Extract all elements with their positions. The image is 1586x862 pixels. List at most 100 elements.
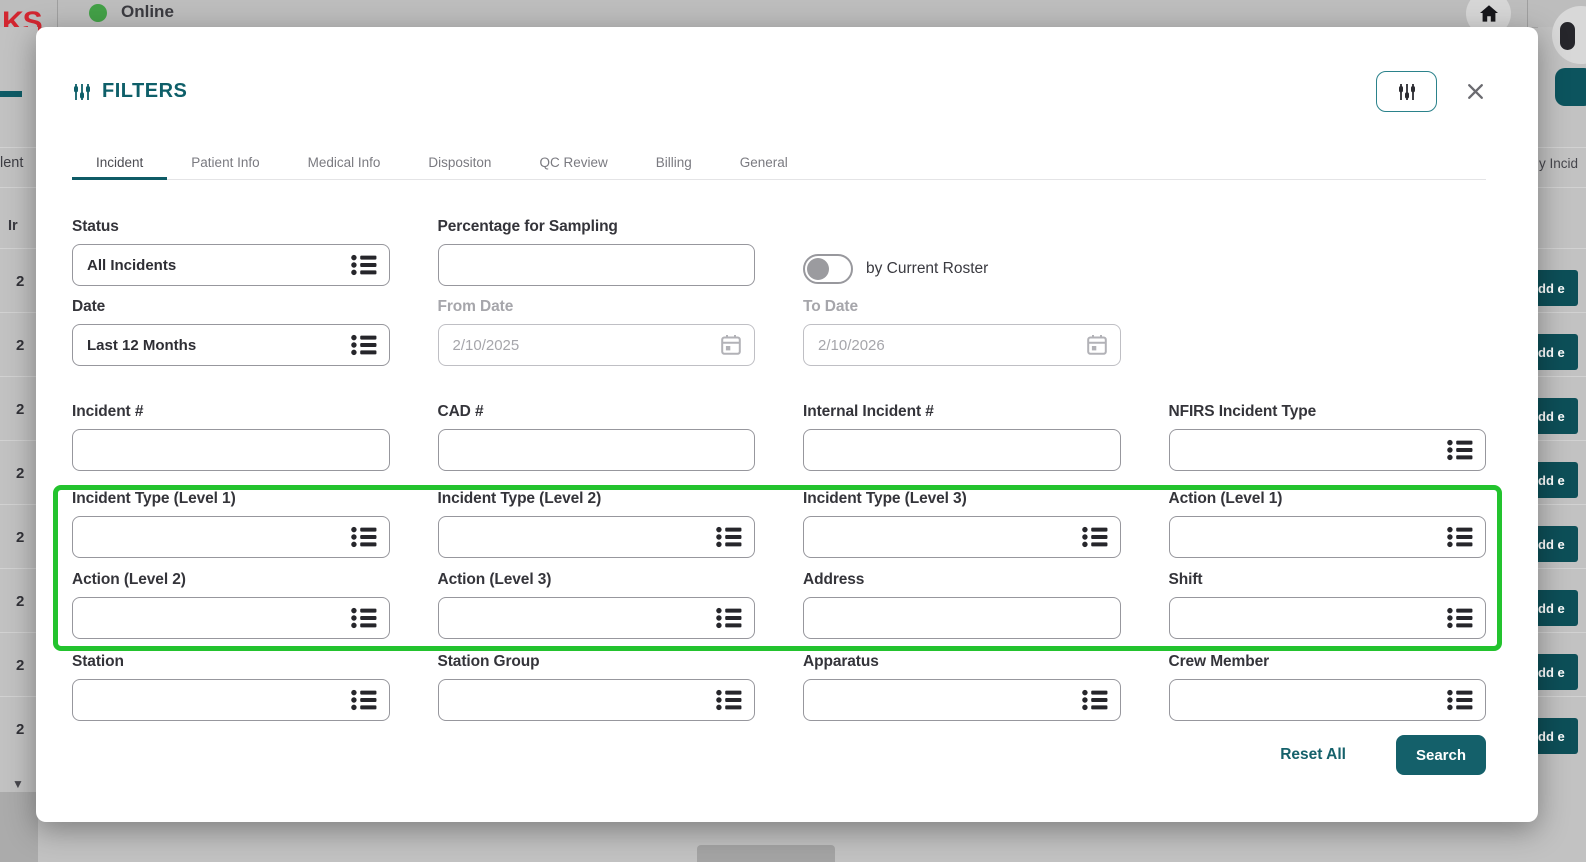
cad-number-input[interactable] <box>438 429 756 471</box>
field-percentage-sampling: Percentage for Sampling <box>438 217 756 286</box>
table-row[interactable]: 2 <box>0 312 38 377</box>
list-icon[interactable] <box>351 334 377 356</box>
user-icon <box>1560 22 1575 50</box>
connection-status: Online <box>89 0 174 29</box>
incident-type-level3-input[interactable] <box>803 516 1121 558</box>
search-button[interactable]: Search <box>1396 735 1486 775</box>
table-row[interactable]: 2 <box>0 248 38 313</box>
field-action-level2: Action (Level 2) <box>72 570 390 639</box>
status-input[interactable]: All Incidents <box>72 244 390 286</box>
divider <box>0 147 38 148</box>
background-column-header-fragment: Ir <box>8 218 18 234</box>
table-row[interactable]: 2 <box>0 376 38 441</box>
table-row[interactable]: 2 <box>0 568 38 633</box>
tab-general[interactable]: General <box>716 145 812 179</box>
page-bottom-fragment <box>697 845 835 862</box>
address-input[interactable] <box>803 597 1121 639</box>
calendar-icon[interactable] <box>1086 334 1108 356</box>
tab-incident[interactable]: Incident <box>72 145 167 179</box>
close-button[interactable] <box>1465 81 1486 102</box>
app-topbar: Online <box>0 0 1586 28</box>
field-label: Action (Level 1) <box>1169 489 1487 508</box>
add-event-button-fragment[interactable]: dd e <box>1534 526 1578 562</box>
field-action-level1: Action (Level 1) <box>1169 489 1487 558</box>
nfirs-incident-type-input[interactable] <box>1169 429 1487 471</box>
list-icon[interactable] <box>1082 526 1108 548</box>
current-roster-toggle[interactable] <box>803 254 853 284</box>
form-row: Incident # CAD # Internal Incident # NFI… <box>72 402 1486 471</box>
tab-patient-info[interactable]: Patient Info <box>167 145 283 179</box>
modal-title-text: FILTERS <box>102 80 187 103</box>
to-date-input[interactable]: 2/10/2026 <box>803 324 1121 366</box>
divider <box>0 187 38 188</box>
table-row[interactable]: 2 <box>0 696 38 761</box>
filters-modal: FILTERS Incident Patient Info Medical In… <box>36 27 1538 822</box>
action-level3-input[interactable] <box>438 597 756 639</box>
filters-icon <box>72 82 92 102</box>
list-icon[interactable] <box>716 689 742 711</box>
advanced-filters-button[interactable] <box>1376 71 1437 112</box>
list-icon[interactable] <box>1447 526 1473 548</box>
list-icon[interactable] <box>1082 689 1108 711</box>
incident-type-level1-input[interactable] <box>72 516 390 558</box>
reset-all-button[interactable]: Reset All <box>1280 746 1346 764</box>
percentage-sampling-input[interactable] <box>438 244 756 286</box>
field-action-level3: Action (Level 3) <box>438 570 756 639</box>
calendar-icon[interactable] <box>720 334 742 356</box>
field-apparatus: Apparatus <box>803 652 1121 721</box>
list-icon[interactable] <box>351 254 377 276</box>
list-icon[interactable] <box>351 607 377 629</box>
field-label: CAD # <box>438 402 756 421</box>
field-current-roster: by Current Roster <box>803 217 1121 286</box>
field-internal-incident-number: Internal Incident # <box>803 402 1121 471</box>
field-label: Incident Type (Level 1) <box>72 489 390 508</box>
chevron-down-icon[interactable]: ▼ <box>12 777 24 791</box>
field-label: Address <box>803 570 1121 589</box>
incident-type-level2-input[interactable] <box>438 516 756 558</box>
add-event-button-fragment[interactable]: dd e <box>1534 334 1578 370</box>
list-icon[interactable] <box>1447 689 1473 711</box>
divider <box>1538 248 1586 249</box>
list-icon[interactable] <box>716 526 742 548</box>
list-icon[interactable] <box>1447 607 1473 629</box>
background-header-fragment: y Incid <box>1539 156 1578 171</box>
table-row[interactable]: 2 <box>0 632 38 697</box>
shift-input[interactable] <box>1169 597 1487 639</box>
add-event-button-fragment[interactable]: dd e <box>1534 590 1578 626</box>
from-date-input[interactable]: 2/10/2025 <box>438 324 756 366</box>
crew-member-input[interactable] <box>1169 679 1487 721</box>
tab-billing[interactable]: Billing <box>632 145 716 179</box>
add-event-button-fragment[interactable]: dd e <box>1534 270 1578 306</box>
tab-dispositon[interactable]: Dispositon <box>404 145 515 179</box>
station-input[interactable] <box>72 679 390 721</box>
list-icon[interactable] <box>1447 439 1473 461</box>
add-event-button-fragment[interactable]: dd e <box>1534 462 1578 498</box>
incident-number-input[interactable] <box>72 429 390 471</box>
station-group-input[interactable] <box>438 679 756 721</box>
add-event-button-fragment[interactable]: dd e <box>1534 398 1578 434</box>
internal-incident-number-input[interactable] <box>803 429 1121 471</box>
table-row[interactable]: 2 <box>0 440 38 505</box>
add-event-button-fragment[interactable]: dd e <box>1534 718 1578 754</box>
field-label: Incident # <box>72 402 390 421</box>
field-label: From Date <box>438 297 756 316</box>
table-row[interactable]: 2 <box>0 504 38 569</box>
list-icon[interactable] <box>351 526 377 548</box>
divider <box>1538 187 1586 188</box>
add-event-button-fragment[interactable]: dd e <box>1534 654 1578 690</box>
apparatus-input[interactable] <box>803 679 1121 721</box>
list-icon[interactable] <box>351 689 377 711</box>
divider <box>1538 312 1586 313</box>
form-row: Date Last 12 Months From Date 2/10/2025 … <box>72 297 1486 366</box>
empty-cell <box>1169 297 1487 366</box>
action-level1-input[interactable] <box>1169 516 1487 558</box>
action-level2-input[interactable] <box>72 597 390 639</box>
list-icon[interactable] <box>716 607 742 629</box>
background-footer-bar <box>0 792 38 862</box>
tab-medical-info[interactable]: Medical Info <box>284 145 405 179</box>
tab-qc-review[interactable]: QC Review <box>515 145 631 179</box>
field-incident-type-level1: Incident Type (Level 1) <box>72 489 390 558</box>
primary-action-button-fragment[interactable] <box>1555 68 1586 106</box>
field-address: Address <box>803 570 1121 639</box>
date-input[interactable]: Last 12 Months <box>72 324 390 366</box>
